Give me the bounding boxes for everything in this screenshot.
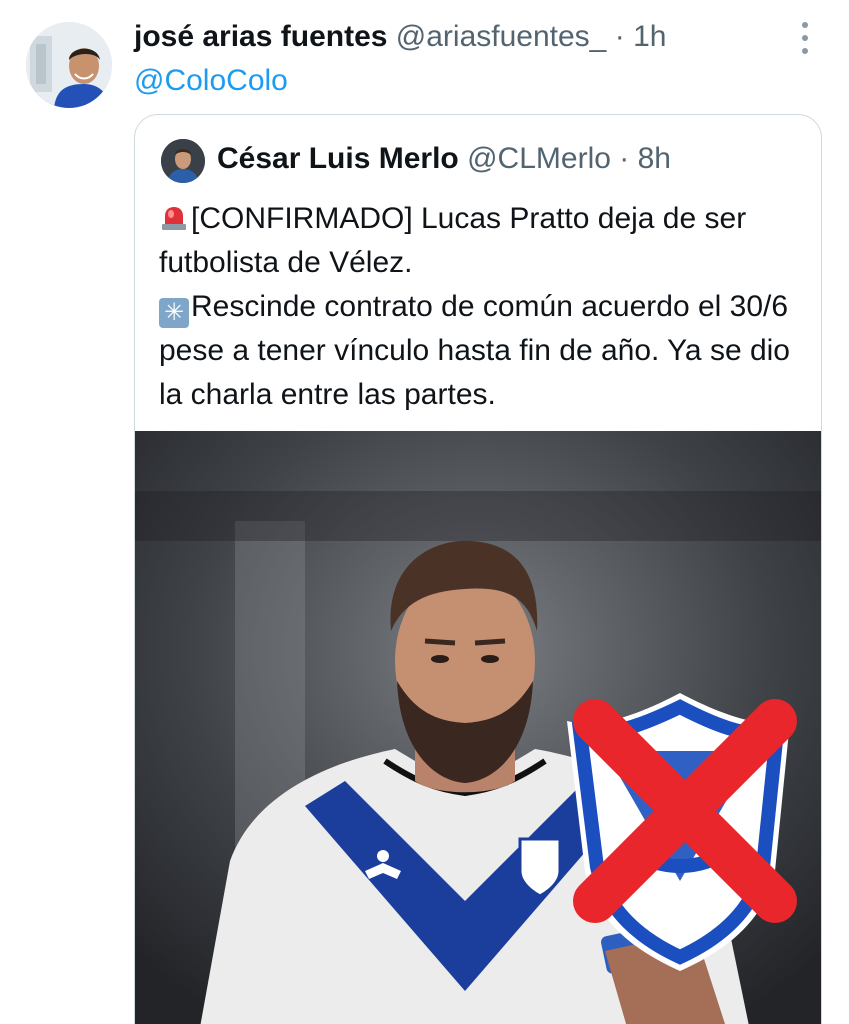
separator-dot: · <box>614 20 625 53</box>
author-handle[interactable]: @ariasfuentes_ <box>396 20 607 53</box>
quoted-tweet-time[interactable]: 8h <box>638 142 671 175</box>
quoted-tweet-header: César Luis Merlo @CLMerlo · 8h <box>217 139 671 179</box>
avatar-image <box>26 22 112 108</box>
player-photo <box>135 431 821 1024</box>
quoted-tweet-text: [CONFIRMADO] Lucas Pratto deja de ser fu… <box>159 197 809 417</box>
quoted-tweet[interactable]: César Luis Merlo @CLMerlo · 8h [CONFIRMA… <box>134 114 822 1024</box>
quoted-text-line-1-content: [CONFIRMADO] Lucas Pratto deja de ser fu… <box>159 202 747 279</box>
quoted-text-line-2-content: Rescinde contrato de común acuerdo el 30… <box>159 290 790 411</box>
separator-dot: · <box>619 142 630 175</box>
dot <box>802 22 808 28</box>
rotating-light-icon <box>162 207 186 230</box>
quoted-text-line-1: [CONFIRMADO] Lucas Pratto deja de ser fu… <box>159 197 809 285</box>
quoted-avatar-image <box>161 139 205 183</box>
tweet-time[interactable]: 1h <box>633 20 666 53</box>
eight-spoked-asterisk-icon: ✳ <box>159 298 189 328</box>
mention-link[interactable]: @ColoColo <box>134 62 288 100</box>
author-avatar[interactable] <box>26 22 112 108</box>
more-options-icon[interactable] <box>794 20 816 56</box>
quoted-media-image[interactable] <box>135 431 821 1024</box>
dot <box>802 35 808 41</box>
quoted-text-line-2: ✳ Rescinde contrato de común acuerdo el 3… <box>159 285 809 417</box>
dot <box>802 48 808 54</box>
quoted-author-avatar[interactable] <box>161 139 205 183</box>
author-name[interactable]: josé arias fuentes <box>134 20 387 53</box>
tweet-header: josé arias fuentes @ariasfuentes_ · 1h <box>134 18 666 56</box>
tweet[interactable]: josé arias fuentes @ariasfuentes_ · 1h @… <box>0 0 849 1024</box>
quoted-author-name[interactable]: César Luis Merlo <box>217 142 459 175</box>
quoted-author-handle[interactable]: @CLMerlo <box>467 142 611 175</box>
